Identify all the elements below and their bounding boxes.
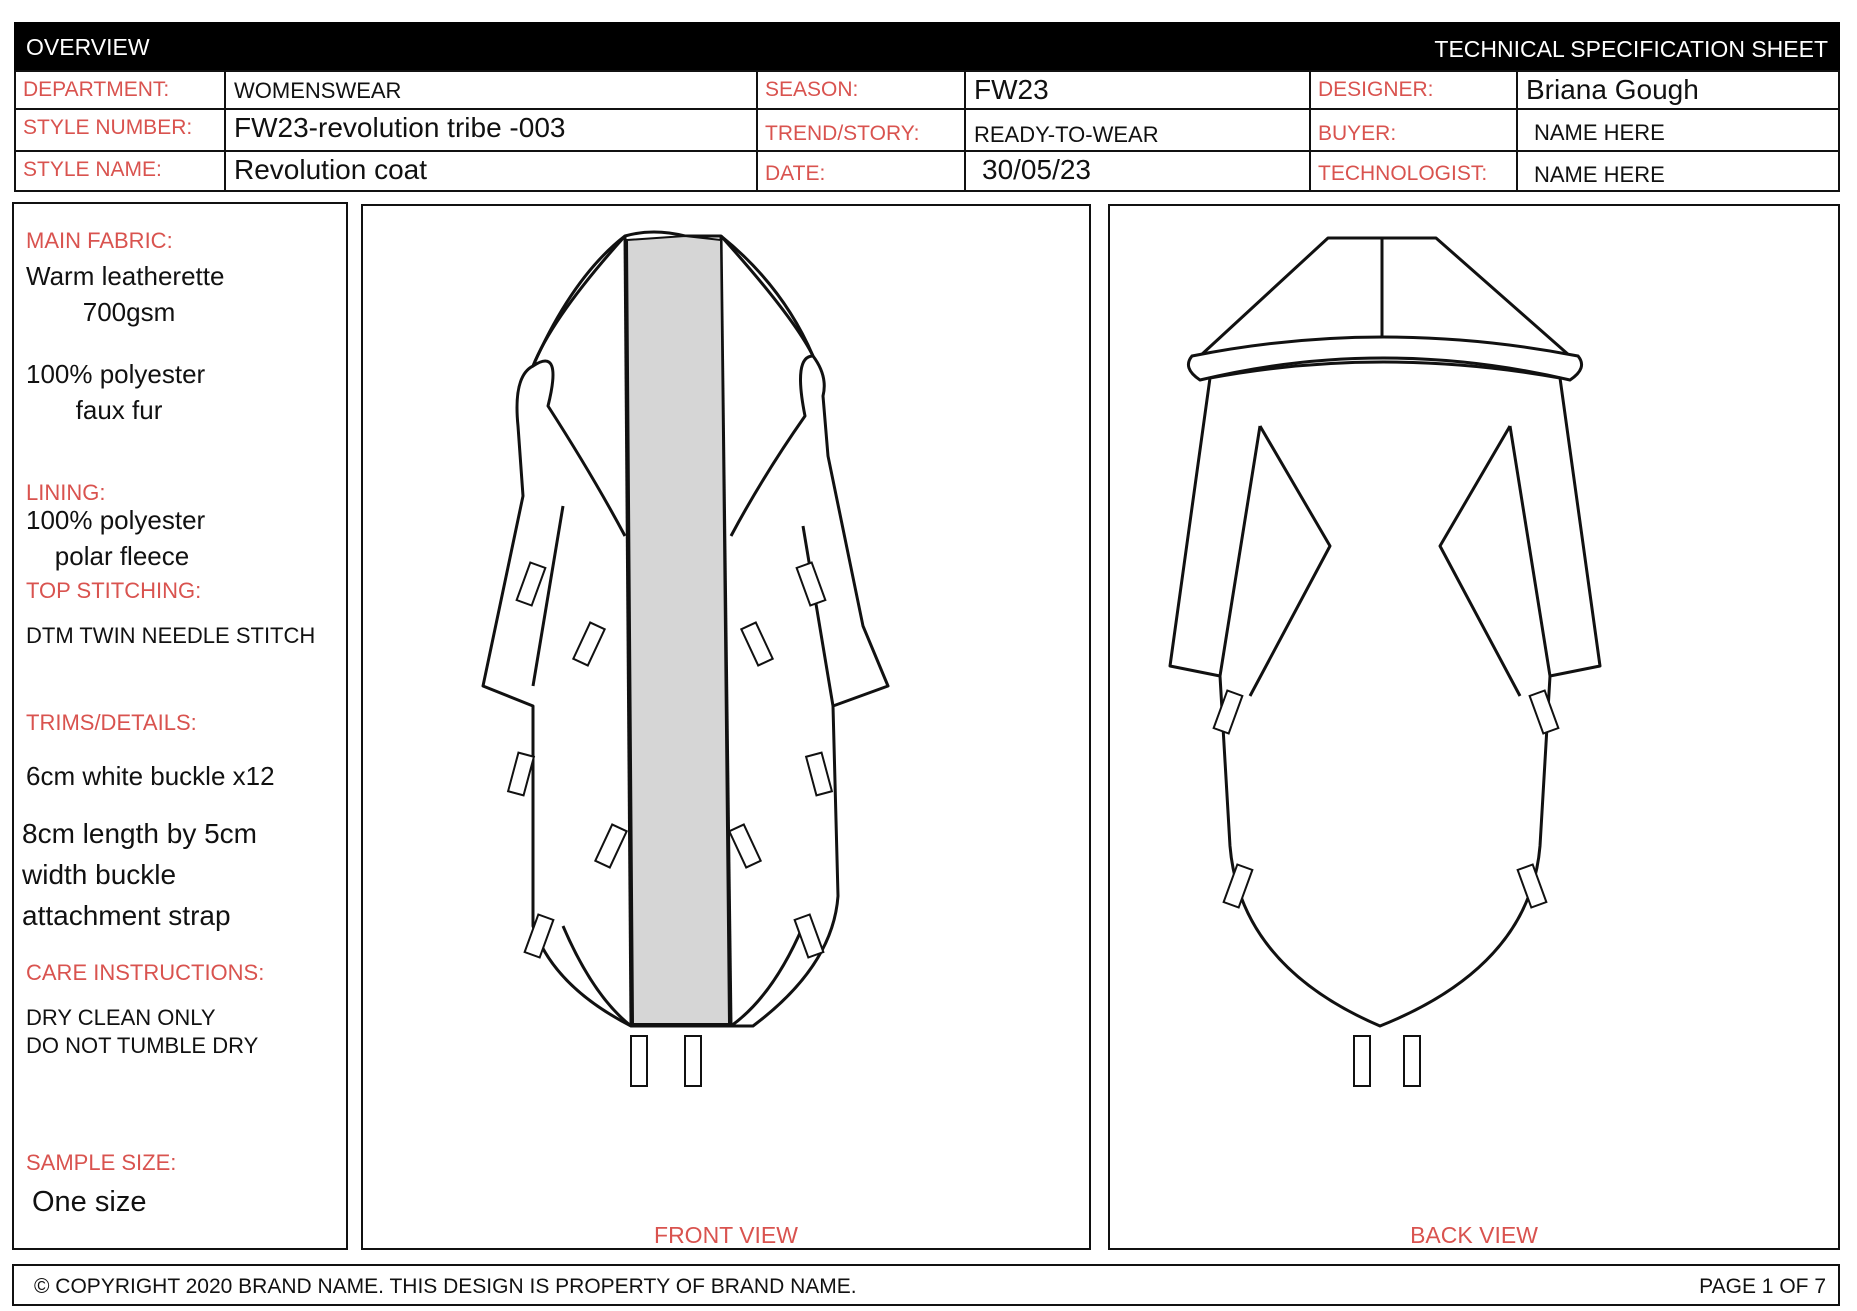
department-value: WOMENSWEAR [226,72,758,110]
care-label: CARE INSTRUCTIONS: [26,960,265,985]
date-value: 30/05/23 [966,152,1311,190]
season-label: SEASON: [758,72,966,110]
main-fabric-line-3: faux fur [75,395,163,425]
date-label: DATE: [758,152,966,190]
trend-story-value: READY-TO-WEAR [966,110,1311,152]
style-name-label: STYLE NAME: [16,152,226,190]
season-value: FW23 [966,72,1311,110]
main-fabric-line-2: 100% polyester [26,359,206,389]
sample-size-value: One size [32,1186,147,1218]
trims-line-1: 6cm white buckle x12 [26,761,275,791]
back-view-label: BACK VIEW [1410,1222,1538,1248]
main-fabric-label: MAIN FABRIC: [26,228,173,253]
designer-label: DESIGNER: [1311,72,1518,110]
main-fabric-weight: 700gsm [82,297,176,327]
overview-title: OVERVIEW [26,34,150,60]
page-number: PAGE 1 OF 7 [1699,1275,1826,1298]
buyer-value: NAME HERE [1518,110,1840,152]
top-stitching-label: TOP STITCHING: [26,578,202,603]
info-grid: DEPARTMENT: WOMENSWEAR SEASON: FW23 DESI… [14,70,1840,192]
trims-line-3: width buckle [22,859,177,890]
copyright-text: © COPYRIGHT 2020 BRAND NAME. THIS DESIGN… [34,1275,857,1298]
sample-size-label: SAMPLE SIZE: [26,1150,177,1175]
style-number-label: STYLE NUMBER: [16,110,226,152]
spec-panel: MAIN FABRIC: Warm leatherette 700gsm 100… [12,202,348,1250]
front-view-sketch [481,230,890,1087]
title-bar: OVERVIEW TECHNICAL SPECIFICATION SHEET [14,22,1840,70]
technologist-value: NAME HERE [1534,162,1665,187]
style-name-value: Revolution coat [226,152,758,190]
spec-sheet-title: TECHNICAL SPECIFICATION SHEET [1434,36,1828,62]
department-label: DEPARTMENT: [16,72,226,110]
designer-value: Briana Gough [1518,72,1840,110]
trims-label: TRIMS/DETAILS: [26,710,197,735]
back-view-sketch [1168,236,1602,1087]
back-view-panel: BACK VIEW [1108,204,1840,1250]
top-stitching-value: DTM TWIN NEEDLE STITCH [26,623,316,648]
trend-story-label: TREND/STORY: [758,110,966,152]
lining-line-2: polar fleece [54,541,190,571]
lining-line-1: 100% polyester [26,505,206,535]
care-line-2: DO NOT TUMBLE DRY [26,1033,259,1058]
front-view-panel: FRONT VIEW [361,204,1091,1250]
footer: © COPYRIGHT 2020 BRAND NAME. THIS DESIGN… [12,1264,1840,1306]
trims-line-2: 8cm length by 5cm [22,818,257,849]
style-number-value: FW23-revolution tribe -003 [226,110,758,152]
trims-line-4: attachment strap [22,900,231,931]
buyer-label: BUYER: [1311,110,1518,152]
lining-label: LINING: [26,480,106,505]
technologist-label: TECHNOLOGIST: [1311,152,1518,190]
main-fabric-line-1: Warm leatherette [26,261,225,291]
front-view-label: FRONT VIEW [654,1222,798,1248]
care-line-1: DRY CLEAN ONLY [26,1005,216,1030]
